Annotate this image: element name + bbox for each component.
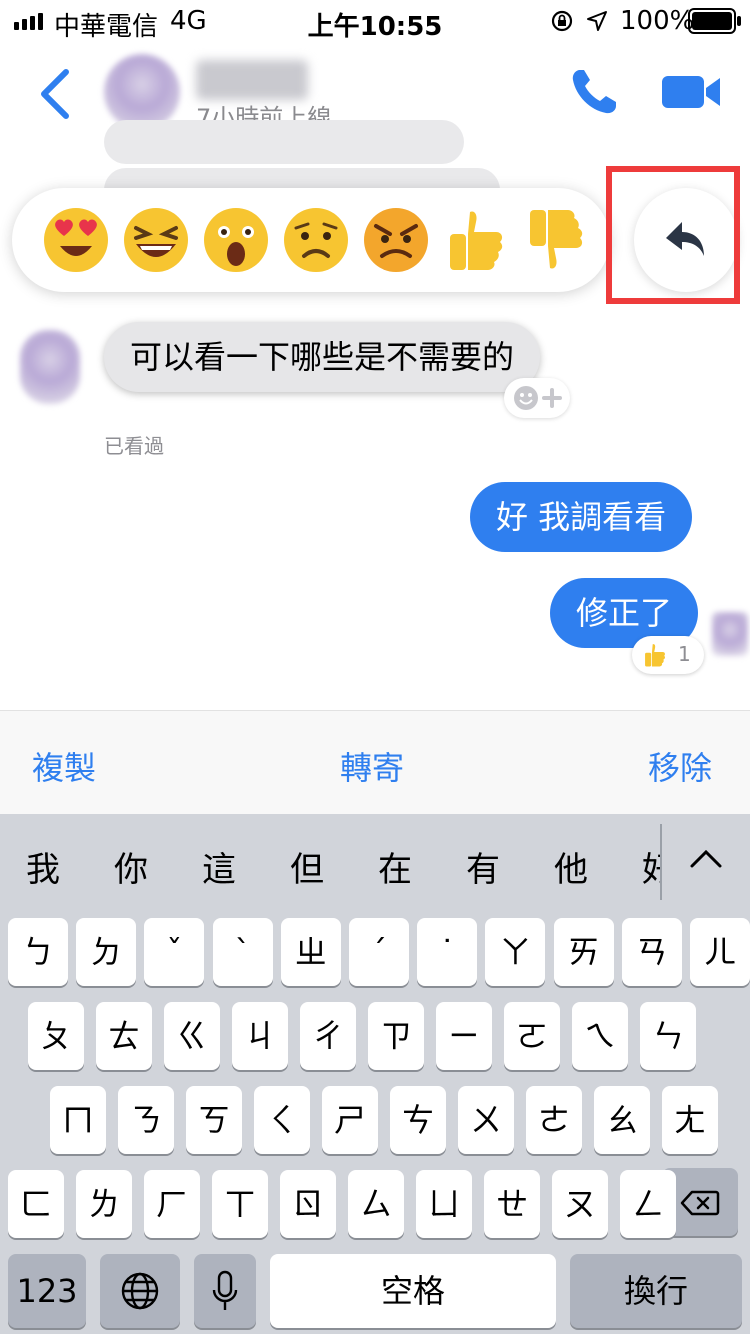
candidate-word[interactable]: 這 bbox=[202, 842, 236, 891]
video-call-icon[interactable] bbox=[662, 72, 722, 112]
copy-button[interactable]: 複製 bbox=[32, 743, 96, 789]
candidate-bar: 我 你 這 但 在 有 他 好 bbox=[0, 814, 750, 904]
add-reaction-button[interactable] bbox=[504, 378, 570, 418]
zhuyin-key[interactable]: ㄆ bbox=[28, 1002, 84, 1070]
reaction-count-badge[interactable]: 1 bbox=[632, 636, 704, 674]
contact-name[interactable] bbox=[196, 60, 308, 100]
zhuyin-key[interactable]: ㄏ bbox=[144, 1170, 200, 1238]
candidate-word[interactable]: 有 bbox=[466, 842, 500, 891]
zhuyin-key[interactable]: ㄌ bbox=[76, 1170, 132, 1238]
reply-highlight-box bbox=[606, 166, 740, 304]
candidate-word[interactable]: 但 bbox=[290, 842, 324, 891]
space-key[interactable]: 空格 bbox=[270, 1254, 556, 1328]
sad-emoji-icon[interactable] bbox=[282, 206, 350, 274]
battery-icon bbox=[688, 8, 741, 34]
zhuyin-key[interactable]: ㄩ bbox=[416, 1170, 472, 1238]
zhuyin-key[interactable]: ㄡ bbox=[552, 1170, 608, 1238]
zhuyin-key[interactable]: ㄑ bbox=[254, 1086, 310, 1154]
zhuyin-key[interactable]: ˙ bbox=[417, 918, 478, 986]
zhuyin-key[interactable]: ˋ bbox=[212, 918, 273, 986]
zhuyin-key[interactable]: ㄧ bbox=[436, 1002, 492, 1070]
add-emoji-icon bbox=[514, 386, 562, 410]
reaction-count: 1 bbox=[678, 642, 691, 666]
zhuyin-key[interactable]: ㄨ bbox=[458, 1086, 514, 1154]
zhuyin-key[interactable]: ㄍ bbox=[164, 1002, 220, 1070]
zhuyin-key[interactable]: ㄦ bbox=[690, 918, 750, 986]
return-key[interactable]: 換行 bbox=[570, 1254, 742, 1328]
zhuyin-key[interactable]: ㄢ bbox=[621, 918, 682, 986]
candidate-word[interactable]: 你 bbox=[114, 842, 148, 891]
rotation-lock-icon bbox=[551, 10, 573, 32]
dictation-key[interactable] bbox=[194, 1254, 256, 1328]
status-bar: 中華電信 4G 上午10:55 100% bbox=[0, 0, 750, 42]
microphone-icon bbox=[212, 1270, 238, 1310]
backspace-icon bbox=[680, 1190, 720, 1216]
numbers-key[interactable]: 123 bbox=[8, 1254, 86, 1328]
heart-eyes-emoji-icon[interactable] bbox=[42, 206, 110, 274]
zhuyin-key[interactable]: ㄞ bbox=[553, 918, 614, 986]
back-chevron-icon[interactable] bbox=[36, 68, 76, 120]
zhuyin-key[interactable]: ㄟ bbox=[572, 1002, 628, 1070]
message-action-bar: 複製 轉寄 移除 bbox=[0, 710, 750, 815]
expand-candidates-chevron-icon[interactable] bbox=[688, 848, 724, 870]
angry-emoji-icon[interactable] bbox=[362, 206, 430, 274]
zhuyin-key[interactable]: ㄉ bbox=[76, 918, 137, 986]
incoming-message-bubble[interactable]: 可以看一下哪些是不需要的 bbox=[104, 322, 541, 392]
globe-icon bbox=[121, 1272, 159, 1310]
thumbs-up-emoji-icon[interactable] bbox=[442, 206, 510, 274]
zhuyin-key[interactable]: ㄖ bbox=[280, 1170, 336, 1238]
zhuyin-key[interactable]: ㄊ bbox=[96, 1002, 152, 1070]
zhuyin-key[interactable]: ㄛ bbox=[504, 1002, 560, 1070]
zhuyin-key[interactable]: ㄔ bbox=[300, 1002, 356, 1070]
laughing-emoji-icon[interactable] bbox=[122, 206, 190, 274]
phone-call-icon[interactable] bbox=[568, 66, 620, 118]
zhuyin-key[interactable]: ㄋ bbox=[118, 1086, 174, 1154]
reaction-picker bbox=[12, 188, 610, 292]
zhuyin-key[interactable]: ˇ bbox=[144, 918, 205, 986]
forward-button[interactable]: 轉寄 bbox=[340, 743, 404, 789]
zhuyin-key[interactable]: ㄒ bbox=[212, 1170, 268, 1238]
zhuyin-key[interactable]: ㄓ bbox=[280, 918, 341, 986]
surprised-emoji-icon[interactable] bbox=[202, 206, 270, 274]
candidate-word[interactable]: 好 bbox=[642, 842, 660, 891]
thumbs-down-emoji-icon[interactable] bbox=[522, 206, 590, 274]
candidate-word[interactable]: 他 bbox=[554, 842, 588, 891]
remove-button[interactable]: 移除 bbox=[648, 743, 712, 789]
zhuyin-key[interactable]: ㄇ bbox=[50, 1086, 106, 1154]
zhuyin-key[interactable]: ㄅ bbox=[8, 918, 68, 986]
zhuyin-key[interactable]: ㄥ bbox=[620, 1170, 676, 1238]
zhuyin-key[interactable]: ㄙ bbox=[348, 1170, 404, 1238]
read-receipt-avatar bbox=[712, 612, 748, 656]
zhuyin-key[interactable]: ㄎ bbox=[186, 1086, 242, 1154]
thumbs-up-icon bbox=[645, 644, 666, 667]
zhuyin-key[interactable]: ㄝ bbox=[484, 1170, 540, 1238]
candidate-word[interactable]: 我 bbox=[26, 842, 60, 891]
zhuyin-key[interactable]: ㄐ bbox=[232, 1002, 288, 1070]
location-arrow-icon bbox=[587, 11, 607, 31]
zhuyin-keyboard: 我 你 這 但 在 有 他 好 123 空格 換行 ㄅ ㄉ ˇ ˋ ㄓ ˊ ˙ … bbox=[0, 814, 750, 1334]
contact-avatar[interactable] bbox=[104, 54, 180, 130]
zhuyin-key[interactable]: ㄜ bbox=[526, 1086, 582, 1154]
globe-key[interactable] bbox=[100, 1254, 180, 1328]
zhuyin-key[interactable]: ˊ bbox=[349, 918, 409, 986]
zhuyin-key[interactable]: ㄤ bbox=[662, 1086, 718, 1154]
zhuyin-key[interactable]: ㄘ bbox=[390, 1086, 446, 1154]
zhuyin-key[interactable]: ㄣ bbox=[640, 1002, 696, 1070]
zhuyin-key[interactable]: ㄠ bbox=[594, 1086, 650, 1154]
zhuyin-key[interactable]: ㄚ bbox=[485, 918, 546, 986]
candidate-word[interactable]: 在 bbox=[378, 842, 412, 891]
candidate-divider bbox=[660, 824, 662, 900]
faded-message-bubble bbox=[104, 120, 464, 164]
zhuyin-key[interactable]: ㄕ bbox=[322, 1086, 378, 1154]
seen-indicator: 已看過 bbox=[104, 434, 164, 458]
zhuyin-key[interactable]: ㄈ bbox=[8, 1170, 64, 1238]
zhuyin-key[interactable]: ㄗ bbox=[368, 1002, 424, 1070]
outgoing-message-bubble[interactable]: 好 我調看看 bbox=[470, 482, 693, 552]
sender-avatar[interactable] bbox=[20, 330, 80, 404]
battery-percentage: 100% bbox=[620, 6, 695, 36]
